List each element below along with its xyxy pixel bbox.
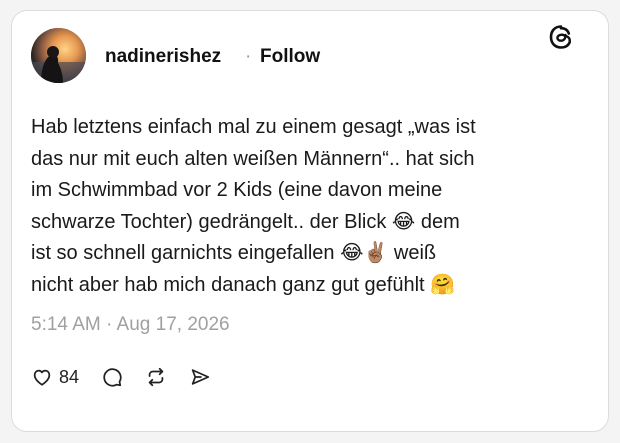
separator-dot: · — [245, 46, 252, 67]
repost-icon — [148, 367, 164, 387]
username[interactable]: nadinerishez — [105, 46, 221, 68]
like-count: 84 — [59, 367, 80, 387]
post-text: Hab letztens einfach mal zu einem gesagt… — [31, 116, 476, 296]
repost-button[interactable] — [145, 366, 167, 388]
avatar-image — [31, 28, 86, 83]
share-icon — [191, 369, 210, 385]
post-timestamp[interactable]: 5:14 AM · Aug 17, 2026 — [31, 314, 230, 336]
threads-logo-icon[interactable] — [548, 24, 574, 50]
like-button[interactable]: 84 — [31, 366, 79, 388]
share-button[interactable] — [189, 366, 211, 388]
avatar[interactable] — [31, 28, 86, 83]
comment-button[interactable] — [101, 366, 123, 388]
follow-button[interactable]: Follow — [260, 46, 320, 68]
comment-icon — [103, 368, 122, 387]
heart-icon — [33, 369, 51, 386]
action-bar: 84 — [31, 364, 233, 390]
